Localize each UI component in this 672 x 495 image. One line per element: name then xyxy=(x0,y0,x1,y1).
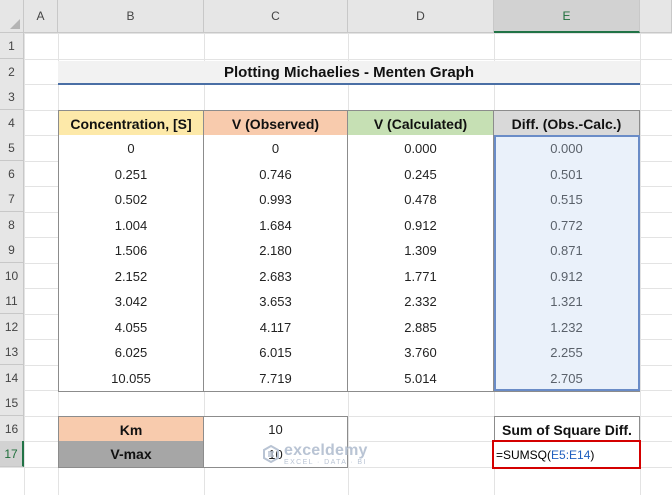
formula-text-suffix: ) xyxy=(590,447,595,462)
gridline xyxy=(0,59,672,60)
row-header-8[interactable]: 8 xyxy=(0,212,24,238)
exceldemy-watermark: exceldemy EXCEL · DATA · BI xyxy=(262,442,422,466)
row-header-5[interactable]: 5 xyxy=(0,135,24,161)
gridline xyxy=(24,0,25,495)
table-cell[interactable]: 0 xyxy=(204,135,348,162)
row-header-9[interactable]: 9 xyxy=(0,237,24,263)
table-cell[interactable]: 0.912 xyxy=(494,263,640,290)
table-cell[interactable]: 6.015 xyxy=(204,339,348,366)
table-cell[interactable]: 3.042 xyxy=(58,288,204,315)
table-cell[interactable]: 0.000 xyxy=(348,135,494,162)
table-cell[interactable]: 4.055 xyxy=(58,314,204,341)
watermark-tagline: EXCEL · DATA · BI xyxy=(284,458,367,466)
table-cell[interactable]: 6.025 xyxy=(58,339,204,366)
table-cell[interactable]: 7.719 xyxy=(204,365,348,392)
table-header-2[interactable]: V (Calculated) xyxy=(348,110,494,137)
table-cell[interactable]: 2.885 xyxy=(348,314,494,341)
active-cell-e17[interactable]: =SUMSQ(E5:E14) xyxy=(492,440,641,469)
row-header-10[interactable]: 10 xyxy=(0,263,24,289)
gridline xyxy=(0,33,672,34)
table-cell[interactable]: 1.506 xyxy=(58,237,204,264)
table-cell[interactable]: 0.502 xyxy=(58,186,204,213)
table-cell[interactable]: 2.152 xyxy=(58,263,204,290)
table-cell[interactable]: 1.684 xyxy=(204,212,348,239)
table-cell[interactable]: 1.771 xyxy=(348,263,494,290)
column-header-extra[interactable] xyxy=(640,0,672,33)
table-cell[interactable]: 2.255 xyxy=(494,339,640,366)
column-header-c[interactable]: C xyxy=(204,0,348,33)
table-cell[interactable]: 2.180 xyxy=(204,237,348,264)
sheet-title: Plotting Michaelies - Menten Graph xyxy=(58,61,640,85)
table-header-0[interactable]: Concentration, [S] xyxy=(58,110,204,137)
table-cell[interactable]: 0.772 xyxy=(494,212,640,239)
table-cell[interactable]: 1.232 xyxy=(494,314,640,341)
table-cell[interactable]: 0.501 xyxy=(494,161,640,188)
row-header-14[interactable]: 14 xyxy=(0,365,24,391)
exceldemy-logo-icon xyxy=(263,445,279,463)
table-cell[interactable]: 2.705 xyxy=(494,365,640,392)
column-header-a[interactable]: A xyxy=(24,0,58,33)
row-header-15[interactable]: 15 xyxy=(0,390,24,416)
row-header-2[interactable]: 2 xyxy=(0,59,24,85)
sum-square-diff-label[interactable]: Sum of Square Diff. xyxy=(494,416,640,443)
table-cell[interactable]: 0.746 xyxy=(204,161,348,188)
vmax-label[interactable]: V-max xyxy=(58,441,204,468)
km-label[interactable]: Km xyxy=(58,416,204,443)
km-value[interactable]: 10 xyxy=(204,416,348,443)
column-header-d[interactable]: D xyxy=(348,0,494,33)
watermark-brand: exceldemy xyxy=(284,441,368,459)
gridline xyxy=(640,0,641,495)
table-cell[interactable]: 2.683 xyxy=(204,263,348,290)
table-cell[interactable]: 0.912 xyxy=(348,212,494,239)
table-cell[interactable]: 1.004 xyxy=(58,212,204,239)
table-cell[interactable]: 10.055 xyxy=(58,365,204,392)
corner-triangle-icon xyxy=(10,19,20,29)
table-cell[interactable]: 3.760 xyxy=(348,339,494,366)
row-header-13[interactable]: 13 xyxy=(0,339,24,365)
table-cell[interactable]: 0.478 xyxy=(348,186,494,213)
table-header-1[interactable]: V (Observed) xyxy=(204,110,348,137)
row-header-17[interactable]: 17 xyxy=(0,441,24,467)
table-cell[interactable]: 0.871 xyxy=(494,237,640,264)
table-cell[interactable]: 3.653 xyxy=(204,288,348,315)
select-all-corner[interactable] xyxy=(0,0,24,33)
row-header-3[interactable]: 3 xyxy=(0,84,24,110)
table-cell[interactable]: 5.014 xyxy=(348,365,494,392)
row-header-4[interactable]: 4 xyxy=(0,110,24,136)
row-header-7[interactable]: 7 xyxy=(0,186,24,212)
row-header-1[interactable]: 1 xyxy=(0,33,24,59)
table-header-3[interactable]: Diff. (Obs.-Calc.) xyxy=(494,110,640,137)
table-cell[interactable]: 1.321 xyxy=(494,288,640,315)
table-cell[interactable]: 4.117 xyxy=(204,314,348,341)
table-cell[interactable]: 0.251 xyxy=(58,161,204,188)
row-header-16[interactable]: 16 xyxy=(0,416,24,442)
column-header-e[interactable]: E xyxy=(494,0,640,33)
row-header-6[interactable]: 6 xyxy=(0,161,24,187)
table-cell[interactable]: 0 xyxy=(58,135,204,162)
table-cell[interactable]: 0.515 xyxy=(494,186,640,213)
table-cell[interactable]: 1.309 xyxy=(348,237,494,264)
row-header-11[interactable]: 11 xyxy=(0,288,24,314)
table-cell[interactable]: 0.245 xyxy=(348,161,494,188)
formula-range-reference: E5:E14 xyxy=(551,447,591,462)
column-header-b[interactable]: B xyxy=(58,0,204,33)
table-cell[interactable]: 0.000 xyxy=(494,135,640,162)
table-cell[interactable]: 0.993 xyxy=(204,186,348,213)
table-cell[interactable]: 2.332 xyxy=(348,288,494,315)
row-header-12[interactable]: 12 xyxy=(0,314,24,340)
formula-text-prefix: =SUMSQ( xyxy=(496,447,552,462)
